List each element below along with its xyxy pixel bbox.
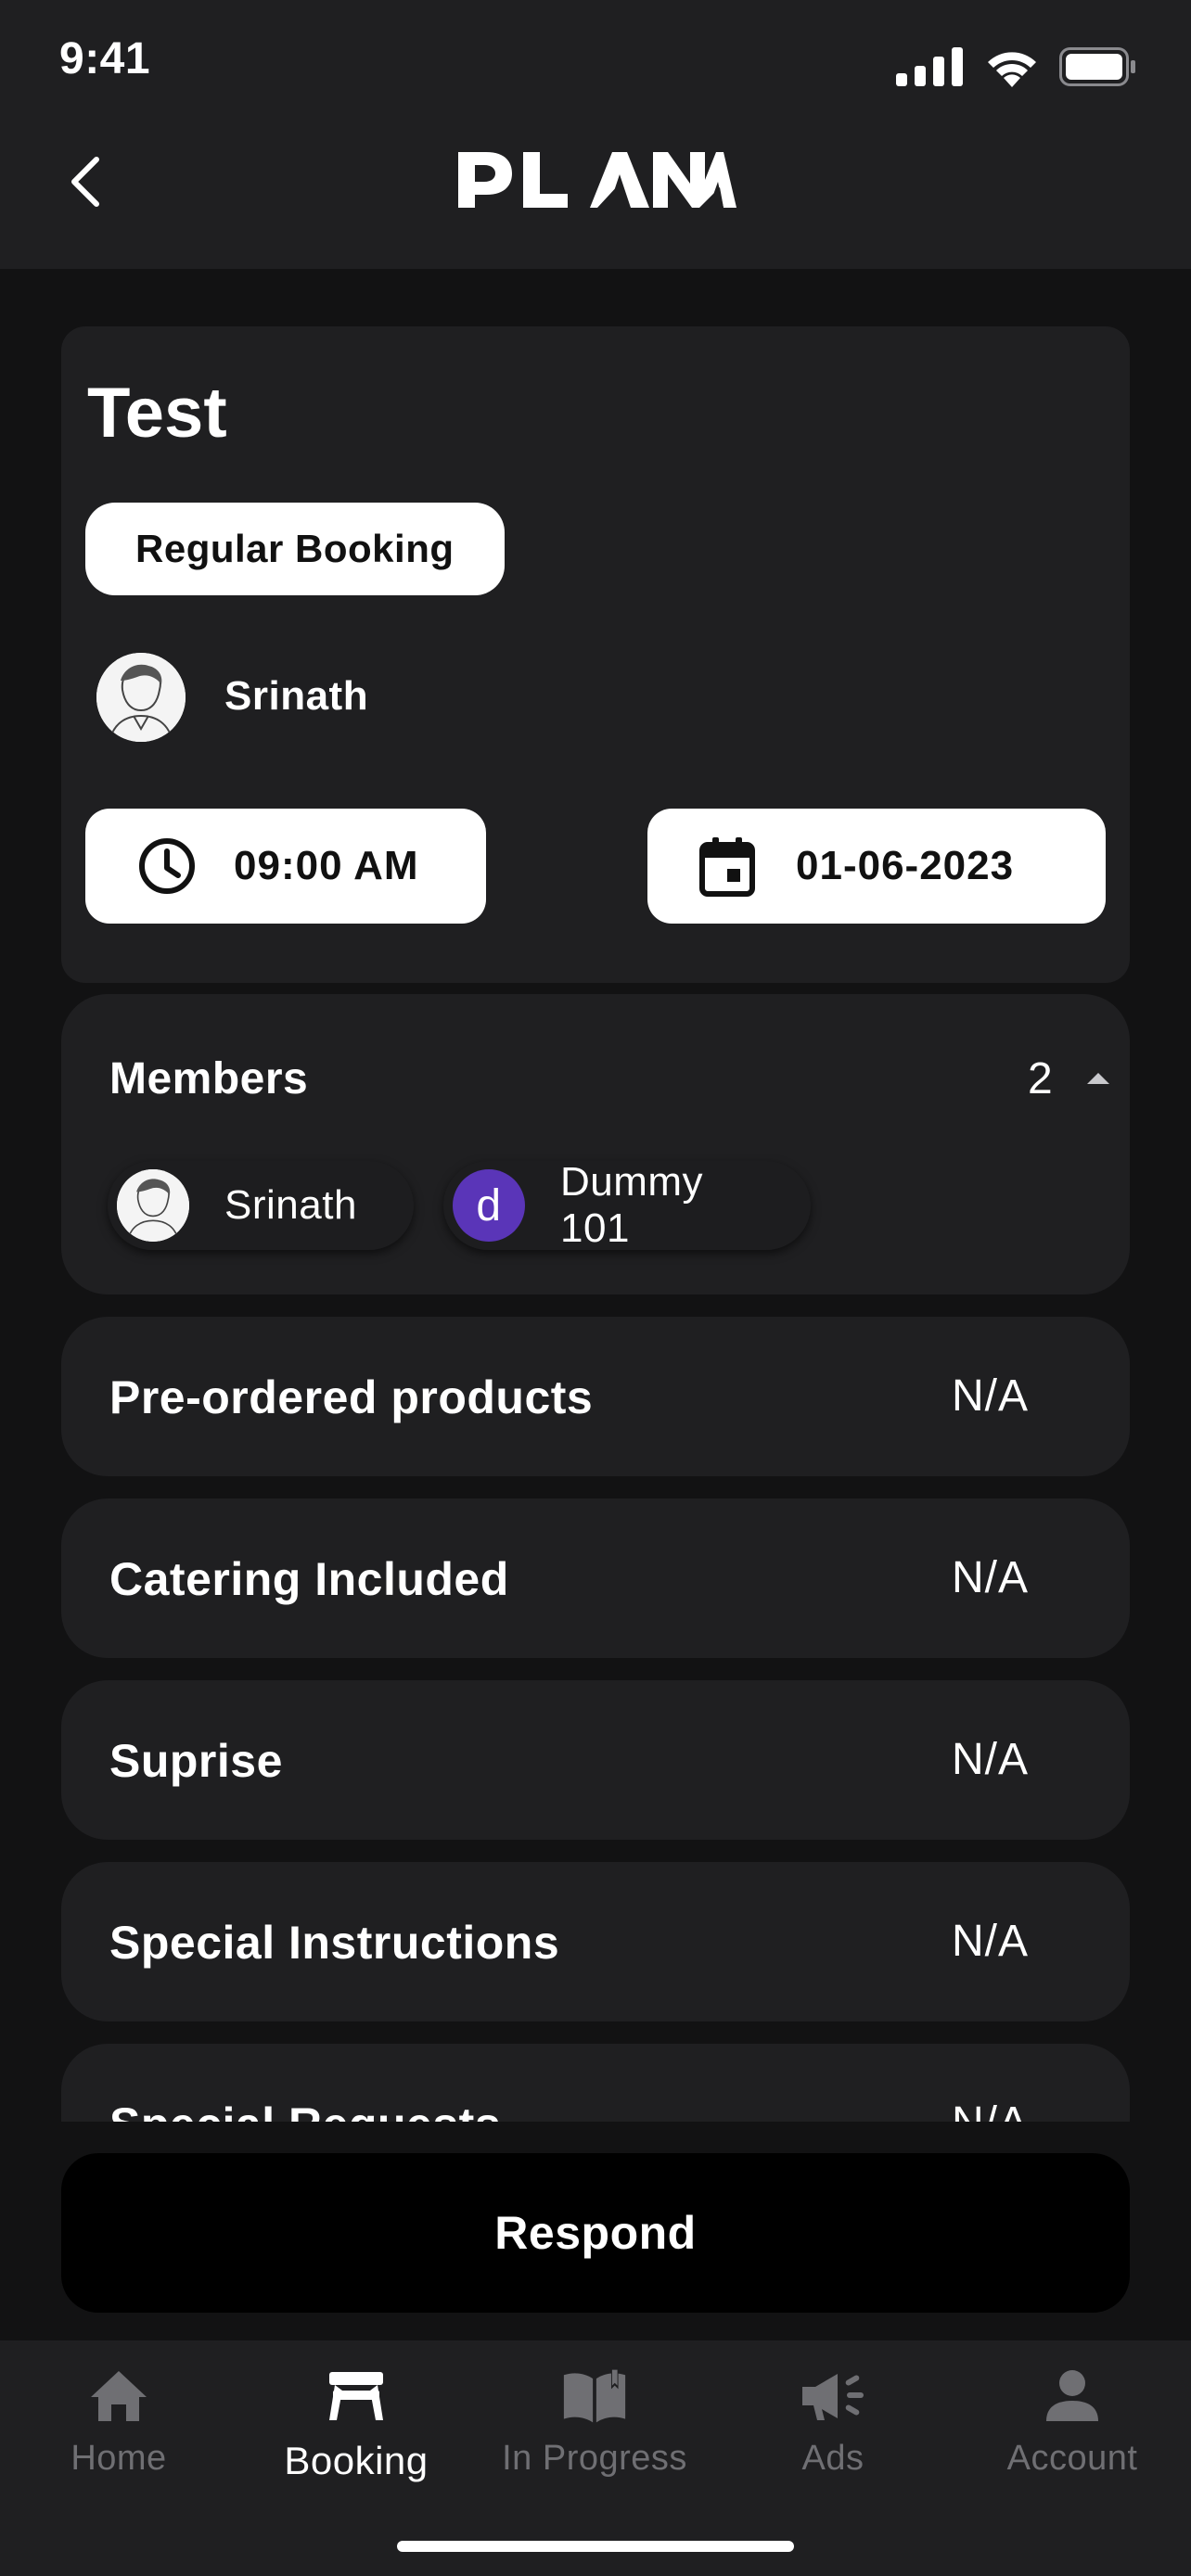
members-count: 2 (1028, 1054, 1053, 1103)
detail-row-special-instructions[interactable]: Special Instructions N/A (61, 1862, 1130, 2021)
caret-up-icon (1087, 1073, 1109, 1084)
booking-summary-card: Test Regular Booking Srinath 09:00 AM 01… (61, 326, 1130, 983)
clock-icon (139, 838, 195, 894)
member-avatar (117, 1169, 189, 1242)
member-chip[interactable]: Srinath (108, 1161, 414, 1250)
detail-value: N/A (952, 1553, 1030, 1602)
tab-label: Ads (801, 2439, 864, 2478)
person-sketch-avatar-icon (96, 653, 186, 742)
home-indicator (397, 2541, 794, 2552)
respond-button[interactable]: Respond (61, 2153, 1130, 2313)
detail-row-suprise[interactable]: Suprise N/A (61, 1680, 1130, 1840)
tab-home[interactable]: Home (0, 2366, 237, 2487)
status-bar: 9:41 (0, 0, 1191, 121)
person-sketch-avatar-icon (117, 1169, 189, 1242)
chevron-left-icon (71, 157, 99, 207)
detail-label: Special Requests (109, 2098, 501, 2122)
detail-row-catering-included[interactable]: Catering Included N/A (61, 1498, 1130, 1658)
booking-details-list[interactable]: Pre-ordered products N/A Catering Includ… (61, 1306, 1130, 2122)
members-card: Members 2 Srinath d Dummy 101 (61, 994, 1130, 1294)
detail-value: N/A (952, 1735, 1030, 1784)
plana-logo (458, 152, 736, 208)
detail-label: Catering Included (109, 1553, 509, 1605)
booking-type-badge: Regular Booking (85, 503, 505, 595)
status-time: 9:41 (59, 34, 151, 83)
detail-row-special-requests[interactable]: Special Requests N/A (61, 2044, 1130, 2122)
member-chip[interactable]: d Dummy 101 (443, 1159, 811, 1251)
booking-date-chip[interactable]: 01-06-2023 (647, 809, 1106, 924)
members-collapse-toggle[interactable] (1082, 1065, 1115, 1092)
detail-value: N/A (952, 1917, 1030, 1966)
member-name: Dummy 101 (560, 1159, 704, 1251)
tab-label: Account (1006, 2439, 1138, 2478)
app-header (0, 121, 1191, 269)
booking-date-value: 01-06-2023 (796, 843, 1015, 888)
tab-label: Booking (284, 2439, 429, 2482)
person-icon (1046, 2370, 1098, 2421)
megaphone-icon (802, 2374, 864, 2420)
back-button[interactable] (58, 152, 113, 211)
status-icons (896, 46, 1137, 87)
detail-label: Special Instructions (109, 1917, 560, 1969)
members-label: Members (109, 1054, 309, 1103)
booking-time-value: 09:00 AM (234, 843, 419, 888)
booking-time-chip[interactable]: 09:00 AM (85, 809, 486, 924)
cellular-signal-icon (896, 47, 963, 86)
detail-label: Suprise (109, 1735, 283, 1787)
book-icon (563, 2367, 626, 2423)
calendar-icon (699, 837, 755, 897)
detail-label: Pre-ordered products (109, 1371, 594, 1423)
tab-ads[interactable]: Ads (714, 2366, 952, 2487)
home-icon (91, 2371, 147, 2421)
tab-account[interactable]: Account (954, 2366, 1191, 2487)
detail-row-pre-ordered-products[interactable]: Pre-ordered products N/A (61, 1317, 1130, 1476)
table-icon (329, 2372, 383, 2420)
tab-booking[interactable]: Booking (237, 2366, 475, 2487)
tab-label: In Progress (502, 2439, 687, 2478)
wifi-icon (988, 52, 1036, 87)
tab-in-progress[interactable]: In Progress (476, 2366, 713, 2487)
battery-icon (1059, 47, 1135, 86)
booking-title: Test (87, 374, 227, 453)
detail-value: N/A (952, 2098, 1029, 2122)
tab-label: Home (70, 2439, 167, 2478)
member-initial-avatar: d (453, 1169, 525, 1242)
detail-value: N/A (952, 1371, 1030, 1421)
host-name: Srinath (224, 673, 369, 719)
host-avatar (96, 653, 186, 742)
member-name: Srinath (224, 1182, 357, 1228)
